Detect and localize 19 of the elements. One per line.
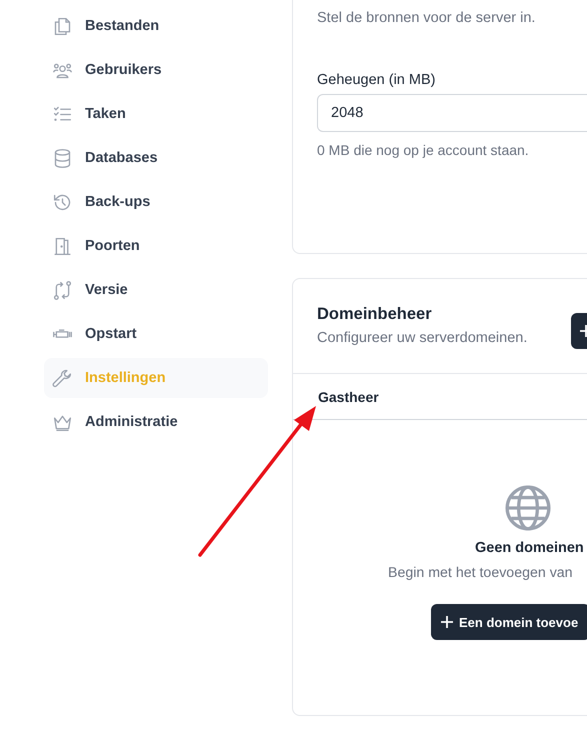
sidebar-item[interactable]: Poorten xyxy=(44,226,268,266)
field-label: Geheugen (in MB) xyxy=(317,72,436,88)
card-subtitle: Configureer uw serverdomeinen. xyxy=(317,330,528,346)
sidebar-item[interactable]: Bestanden xyxy=(44,6,268,46)
sidebar-item[interactable]: Taken xyxy=(44,94,268,134)
memory-input-field[interactable]: 2048 xyxy=(317,94,587,132)
card-title: Domeinbeheer xyxy=(317,305,433,324)
add-domain-button[interactable]: Een domein toevoe xyxy=(431,604,587,640)
sidebar-item[interactable]: Opstart xyxy=(44,314,268,354)
sidebar-item[interactable]: Back-ups xyxy=(44,182,268,222)
sidebar-item[interactable]: Versie xyxy=(44,270,268,310)
sidebar-item[interactable]: Administratie xyxy=(44,402,268,442)
column-header: Gastheer xyxy=(318,389,379,405)
sidebar-item[interactable]: Gebruikers xyxy=(44,50,268,90)
card-subtitle: Stel de bronnen voor de server in. xyxy=(317,10,536,26)
empty-title: Geen domeinen xyxy=(475,540,584,556)
empty-text: Begin met het toevoegen van xyxy=(388,565,573,581)
field-help-text: 0 MB die nog op je account staan. xyxy=(317,142,530,158)
sidebar-item[interactable]: Databases xyxy=(44,138,268,178)
